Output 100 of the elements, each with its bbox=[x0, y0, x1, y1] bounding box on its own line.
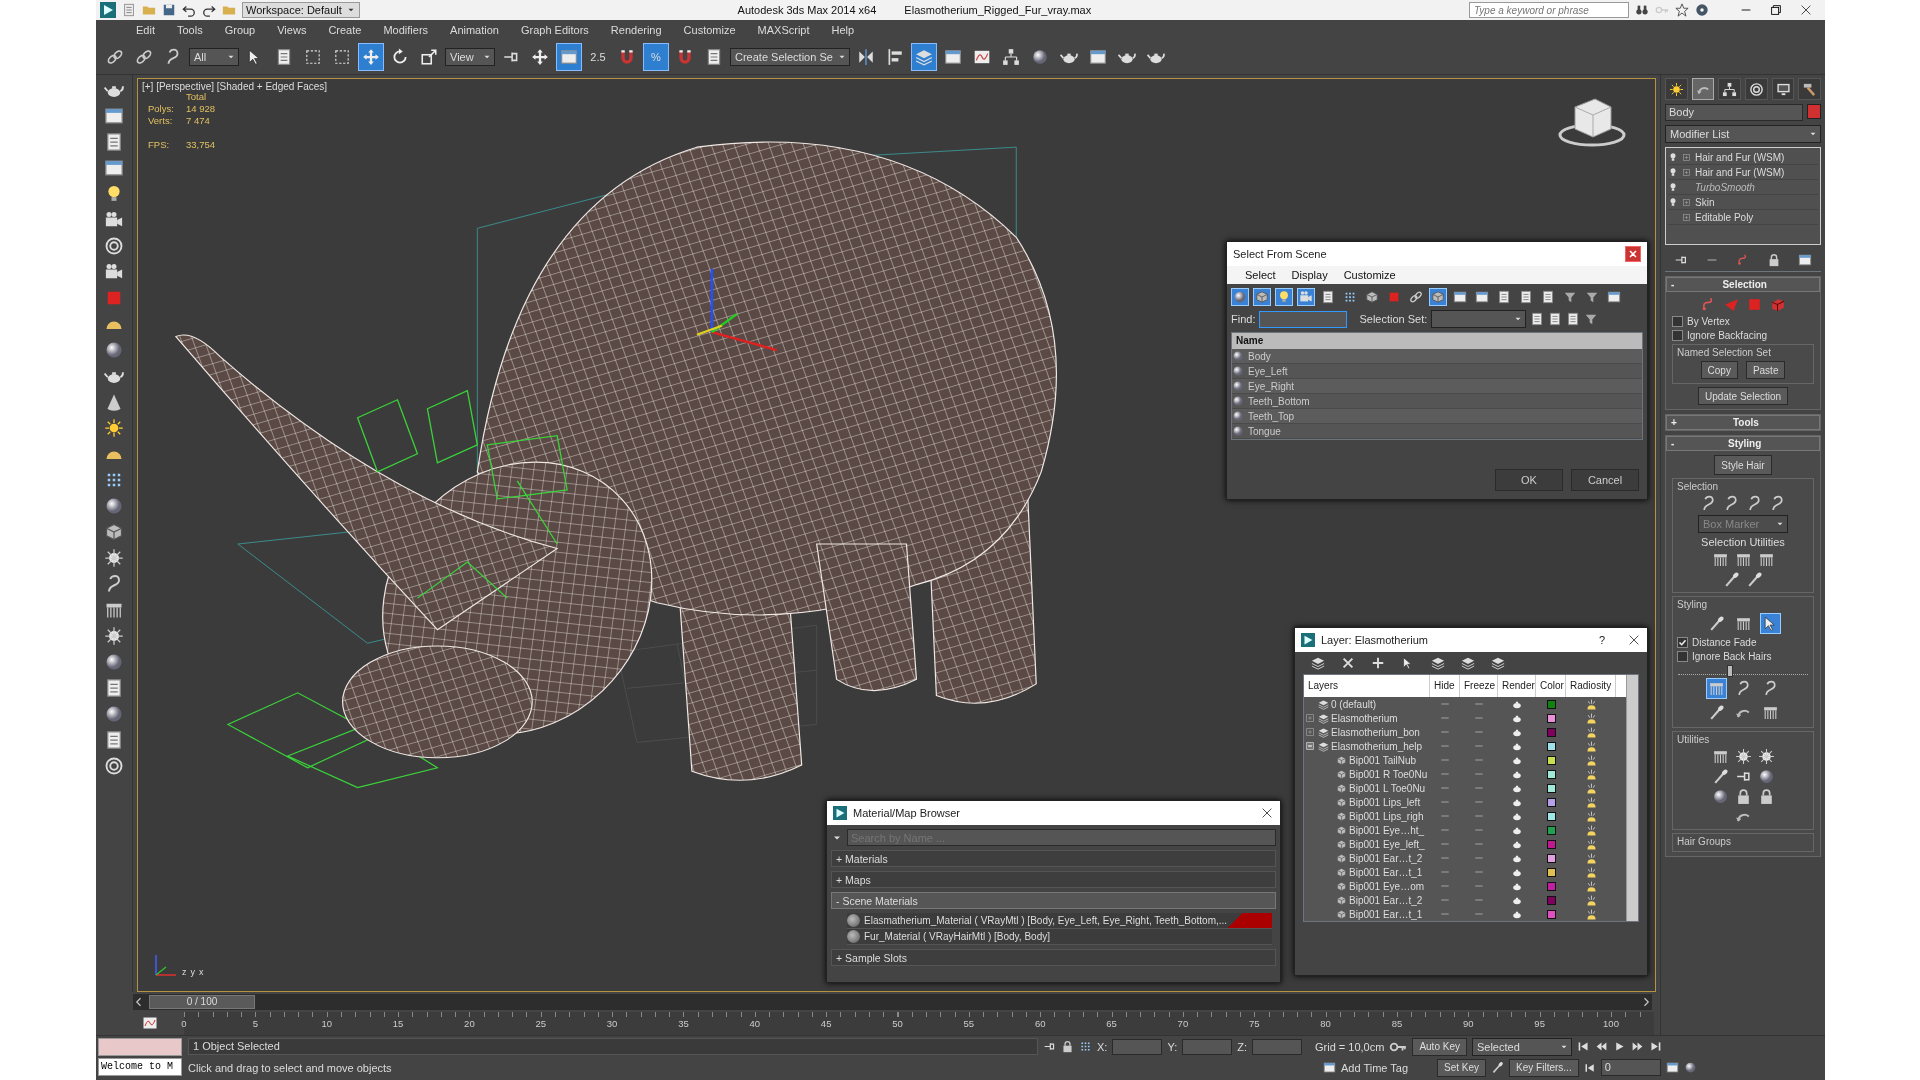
layer-name[interactable]: Bip001 TailNub bbox=[1349, 754, 1417, 766]
menu-item[interactable]: Group bbox=[224, 24, 256, 36]
list-row[interactable]: Teeth_Bottom bbox=[1232, 394, 1642, 409]
frame-number: 40 bbox=[749, 1018, 761, 1029]
layer-name[interactable]: Elasmotherium_help bbox=[1331, 740, 1423, 752]
modifier-item[interactable]: Skin bbox=[1668, 195, 1818, 210]
menu-item[interactable]: Graph Editors bbox=[520, 24, 589, 36]
app-title: Autodesk 3ds Max 2014 x64 bbox=[737, 4, 877, 16]
script-listener-output[interactable]: Welcome to M bbox=[98, 1058, 182, 1076]
layer-name[interactable]: Bip001 Ear…t_2 bbox=[1349, 852, 1423, 864]
dropdown[interactable]: View bbox=[445, 48, 495, 66]
layer-name[interactable]: Bip001 Lips_left bbox=[1349, 796, 1421, 808]
workspace-dropdown[interactable]: Workspace: Default bbox=[242, 2, 360, 18]
group-header[interactable]: + Maps bbox=[831, 871, 1276, 888]
menu-item[interactable]: Rendering bbox=[610, 24, 662, 36]
dialog-button[interactable]: OK bbox=[1495, 469, 1563, 491]
dialog-button[interactable]: Cancel bbox=[1571, 469, 1639, 491]
list-row[interactable]: Eye_Left bbox=[1232, 364, 1642, 379]
time-slider-thumb[interactable]: 0 / 100 bbox=[149, 995, 255, 1009]
modifier-item[interactable]: Hair and Fur (WSM) bbox=[1668, 150, 1818, 165]
list-row[interactable]: Teeth_Top bbox=[1232, 409, 1642, 424]
menu-item[interactable]: Customize bbox=[1343, 269, 1396, 281]
layer-name[interactable]: Bip001 Ear…t_1 bbox=[1349, 866, 1423, 878]
list-row[interactable]: Body bbox=[1232, 349, 1642, 364]
set-key-button[interactable]: Set Key bbox=[1437, 1058, 1487, 1077]
frame-number: 90 bbox=[1463, 1018, 1474, 1029]
frame-number: 25 bbox=[535, 1018, 547, 1029]
menu-item[interactable]: Display bbox=[1291, 269, 1328, 281]
time-slider[interactable]: 0 / 100 bbox=[133, 994, 1652, 1010]
frame-field[interactable]: 0 bbox=[1600, 1059, 1661, 1076]
modifier-stack[interactable]: Hair and Fur (WSM) Hair and Fur (WSM) TurboSmooth Skin Editable Poly bbox=[1665, 147, 1821, 245]
column-header[interactable]: Name bbox=[1232, 333, 1642, 349]
auto-key-button[interactable]: Auto Key bbox=[1412, 1037, 1467, 1056]
menu-item[interactable]: MAXScript bbox=[757, 24, 810, 36]
layer-name[interactable]: Elasmotherium_bon bbox=[1331, 726, 1420, 738]
material-item[interactable]: Elasmatherium_Material ( VRayMtl ) [Body, Eye_Left, Eye_Right, Teeth_Bottom,... bbox=[847, 913, 1272, 929]
rollout-header[interactable]: - Selection bbox=[1666, 277, 1820, 292]
modifier-item[interactable]: TurboSmooth bbox=[1668, 180, 1818, 195]
dialog-title: Layer: Elasmotherium bbox=[1321, 634, 1429, 646]
menu-item[interactable]: Edit bbox=[136, 24, 155, 36]
file-name: Elasmotherium_Rigged_Fur_vray.max bbox=[904, 4, 1092, 16]
layer-name[interactable]: Elasmotherium bbox=[1331, 712, 1398, 724]
menu-item[interactable]: Tools bbox=[176, 24, 203, 36]
add-time-tag[interactable]: Add Time Tag bbox=[1341, 1061, 1409, 1074]
stats-heading: Total bbox=[186, 91, 207, 102]
frame-number: 30 bbox=[606, 1018, 618, 1029]
menu-item[interactable]: Help bbox=[831, 24, 855, 36]
group-header[interactable]: + Materials bbox=[831, 850, 1276, 867]
menu-item[interactable]: Select bbox=[1245, 269, 1276, 281]
object-name-field[interactable]: Body bbox=[1665, 104, 1803, 121]
button[interactable]: Copy bbox=[1700, 361, 1738, 379]
frame-number: 20 bbox=[464, 1018, 475, 1029]
material-item[interactable]: Fur_Material ( VRayHairMtl ) [Body, Body] bbox=[847, 929, 1272, 945]
search-field[interactable]: Type a keyword or phrase bbox=[1469, 2, 1629, 18]
dialog-title: Select From Scene bbox=[1233, 248, 1328, 260]
layer-name[interactable]: Bip001 Eye…ht_ bbox=[1349, 824, 1425, 836]
modifier-item[interactable]: Hair and Fur (WSM) bbox=[1668, 165, 1818, 180]
viewport-label[interactable]: [+] [Perspective] [Shaded + Edged Faces] bbox=[142, 81, 328, 92]
checkbox-label: Distance Fade bbox=[1692, 637, 1757, 648]
modifier-list-dropdown[interactable]: Modifier List bbox=[1665, 125, 1821, 143]
layer-name[interactable]: Bip001 Ear…t_2 bbox=[1349, 894, 1423, 906]
button[interactable]: Update Selection bbox=[1697, 387, 1789, 405]
tool-button[interactable]: % bbox=[643, 43, 669, 71]
list-row[interactable]: Tongue bbox=[1232, 424, 1642, 439]
dropdown[interactable]: Create Selection Se bbox=[730, 48, 850, 66]
frame-number: 15 bbox=[392, 1018, 404, 1029]
list-row[interactable]: Eye_Right bbox=[1232, 379, 1642, 394]
layer-name[interactable]: Bip001 Eye_left_ bbox=[1349, 838, 1425, 850]
menu-item[interactable]: Views bbox=[277, 24, 307, 36]
group-header[interactable]: - Scene Materials bbox=[831, 892, 1276, 909]
help-button[interactable]: ? bbox=[1598, 634, 1605, 646]
group-title: Hair Groups bbox=[1677, 836, 1731, 847]
group-header[interactable]: + Sample Slots bbox=[831, 949, 1276, 966]
tool-button[interactable]: 2.5 bbox=[585, 43, 611, 71]
frame-number: 95 bbox=[1534, 1018, 1545, 1029]
frame-number: 75 bbox=[1248, 1018, 1260, 1029]
dropdown[interactable]: All bbox=[189, 48, 239, 66]
stat-value: 14 928 bbox=[186, 103, 216, 114]
layer-name[interactable]: Bip001 R Toe0Nu bbox=[1349, 768, 1428, 780]
layer-name[interactable]: Bip001 Ear…t_1 bbox=[1349, 908, 1423, 920]
layer-name[interactable]: Bip001 Lips_righ bbox=[1349, 810, 1424, 822]
menu-item[interactable]: Modifiers bbox=[383, 24, 429, 36]
layer-name[interactable]: Bip001 L Toe0Nu bbox=[1349, 782, 1426, 794]
modifier-item[interactable]: Editable Poly bbox=[1668, 210, 1818, 225]
key-filters-button[interactable]: Key Filters... bbox=[1509, 1058, 1579, 1077]
dialog-title: Material/Map Browser bbox=[853, 807, 961, 819]
frame-number: 60 bbox=[1034, 1018, 1046, 1029]
menu-item[interactable]: Customize bbox=[683, 24, 736, 36]
layer-name[interactable]: 0 (default) bbox=[1331, 698, 1377, 710]
axis-label: x bbox=[199, 967, 204, 977]
key-mode-dropdown[interactable]: Selected bbox=[1471, 1037, 1572, 1056]
checkbox-label: By Vertex bbox=[1687, 316, 1730, 327]
layer-name[interactable]: Bip001 Eye…om bbox=[1349, 880, 1425, 892]
axis-label: z bbox=[182, 967, 187, 977]
rollout-header[interactable]: - Styling bbox=[1666, 436, 1820, 451]
rollout-header[interactable]: + Tools bbox=[1666, 415, 1820, 430]
button[interactable]: Paste bbox=[1745, 361, 1786, 379]
menu-item[interactable]: Animation bbox=[450, 24, 499, 36]
button[interactable]: Style Hair bbox=[1714, 455, 1772, 475]
menu-item[interactable]: Create bbox=[328, 24, 362, 36]
